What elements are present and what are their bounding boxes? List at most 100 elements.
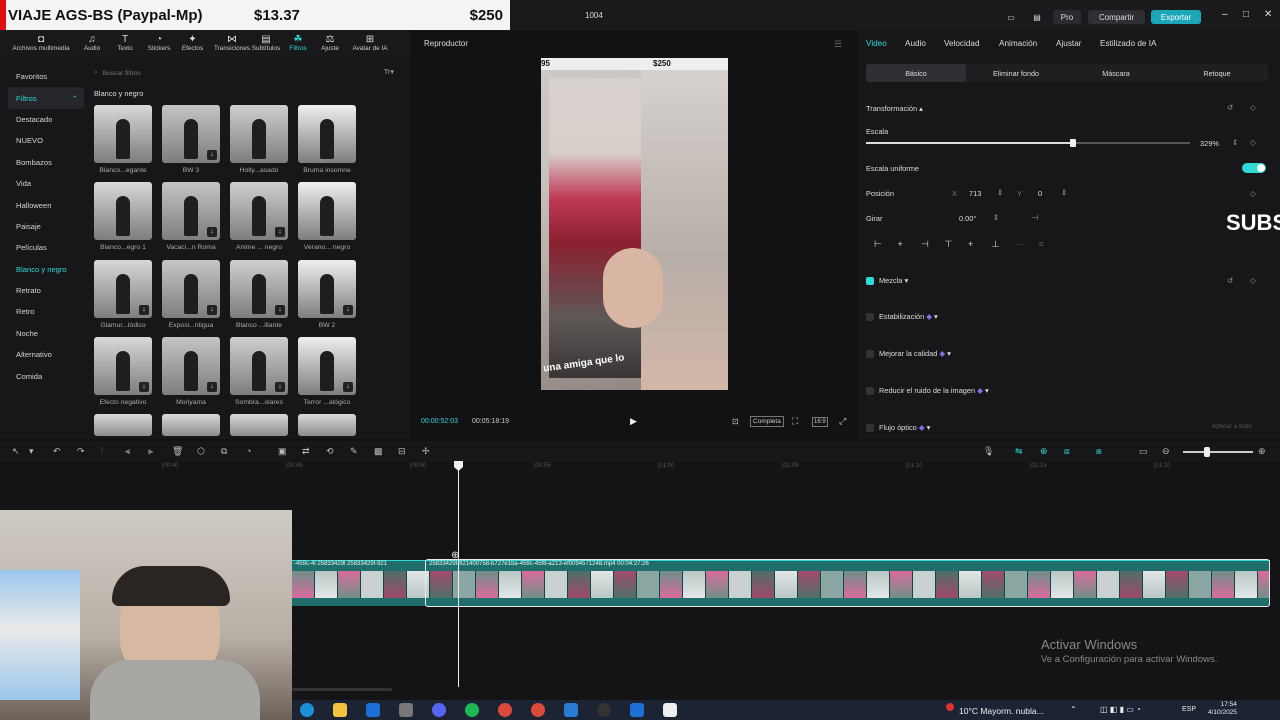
category-item[interactable]: Blanco y negro [8,259,84,280]
download-icon[interactable]: ↓ [275,227,285,237]
fit-icon[interactable]: ⊡ [732,417,739,426]
transform-header[interactable]: Transformación ▴ [866,104,923,113]
position-keyframe-icon[interactable]: ◇ [1250,189,1256,198]
tool-adjust[interactable]: ⚖ Ajuste [313,31,347,61]
reverse-icon[interactable]: ⇄ [302,446,310,457]
category-item[interactable]: Retro [8,301,84,322]
uniform-scale-toggle[interactable] [1242,163,1266,173]
layout-icon[interactable]: ▭ [1004,10,1018,24]
filter-thumbnail[interactable] [298,414,356,436]
scale-keyframe-icon[interactable]: ◇ [1250,138,1256,147]
download-icon[interactable]: ↓ [343,305,353,315]
filter-thumbnail[interactable]: ↓ [298,337,356,395]
settings-icon[interactable] [399,703,413,717]
tab-video[interactable]: Video [866,39,887,48]
search-input[interactable]: ⌕ Buscar filtros [94,66,294,80]
discord-icon[interactable] [432,703,446,717]
flip-icon[interactable]: ⊣ [1032,213,1038,222]
filter-thumbnail[interactable] [94,105,152,163]
filter-thumbnail[interactable] [94,414,152,436]
subtab[interactable]: Retoque [1166,64,1268,82]
store-icon[interactable] [366,703,380,717]
spotify-icon[interactable] [465,703,479,717]
tray-chevron-icon[interactable]: ⌃ [1070,705,1077,714]
rotate-field[interactable]: 0.00° [959,212,989,224]
pos-x-field[interactable]: 713 [969,187,995,199]
filter-thumbnail[interactable]: ↓ [162,182,220,240]
blend-keyframe-icon[interactable]: ◇ [1250,276,1256,285]
filter-thumbnail[interactable]: ↓ [162,337,220,395]
category-item[interactable]: Filtros ⌃ [8,87,84,109]
link-icon[interactable]: ⇋ [1015,446,1023,457]
scale-slider-track[interactable] [1072,142,1190,144]
tool-avatar[interactable]: ⊞ Avatar de IA [347,31,393,61]
app-icon[interactable] [630,703,644,717]
subtab[interactable]: Eliminar fondo [966,64,1066,82]
zoom-slider-handle[interactable] [1204,447,1210,457]
obs-icon[interactable] [597,703,611,717]
scale-value[interactable]: 329% [1200,137,1230,149]
chrome-icon[interactable] [498,703,512,717]
zoom-slider[interactable] [1183,451,1253,453]
crop-icon[interactable]: ⛶ [792,416,798,427]
download-icon[interactable]: ↓ [207,227,217,237]
shortcuts-icon[interactable]: ▤ [1030,10,1044,24]
delete-icon[interactable]: 🗑 [172,446,183,457]
align-icon[interactable]: ⋯ [1015,239,1024,250]
language-indicator[interactable]: ESP [1182,706,1196,713]
speed-icon[interactable]: ◔ [246,446,251,456]
weather[interactable]: 10°C Mayorm. nubla... [959,706,1044,716]
blend-checkbox[interactable] [866,277,874,285]
tool-text[interactable]: T Texto [102,31,148,61]
tool-effects[interactable]: ✦ Efectos [170,31,215,61]
download-icon[interactable]: ↓ [207,382,217,392]
filter-thumbnail[interactable]: ↓ [94,337,152,395]
noise-label[interactable]: Reducir el ruido de la imagen ◆ ▾ [879,386,989,395]
align-icon[interactable]: + [968,239,973,249]
select-menu-icon[interactable]: ▾ [29,446,34,457]
filter-thumbnail[interactable] [230,414,288,436]
keyframe-icon[interactable]: ◇ [1250,103,1256,112]
pro-button[interactable]: Pro [1053,10,1081,24]
tool-filter[interactable]: ☘ Filtros [283,31,313,61]
play-button[interactable]: ▶ [630,416,637,427]
minimize-icon[interactable]: – [1222,9,1228,20]
filter-thumbnail[interactable]: ↓ [162,105,220,163]
category-item[interactable]: Comida [8,365,84,386]
video-preview[interactable]: una amiga que lo [541,58,728,390]
flow-checkbox[interactable] [866,424,874,432]
preview-icon[interactable]: ⊕ [1040,446,1048,457]
tab-velocidad[interactable]: Velocidad [944,39,980,48]
add-icon[interactable]: ✢ [422,446,430,457]
tool-audio[interactable]: ♫ Audio [82,31,102,61]
quality-button[interactable]: Completa [750,416,784,427]
select-icon[interactable]: ↖ [12,446,20,457]
category-item[interactable]: Películas [8,237,84,258]
rotate-stepper-icon[interactable]: ⇕ [993,213,999,222]
tray-icons[interactable]: ◫ ◧ ▮ ▭ ◔ [1100,705,1141,714]
quality-checkbox[interactable] [866,350,874,358]
quality-enhance-label[interactable]: Mejorar la calidad ◆ ▾ [879,349,951,358]
category-item[interactable]: Destacado [8,109,84,130]
clip-selection[interactable] [425,559,1270,607]
download-icon[interactable]: ↓ [275,305,285,315]
edge-icon[interactable] [300,703,314,717]
ai-icon[interactable]: ✎ [350,446,358,457]
noise-checkbox[interactable] [866,387,874,395]
pos-y-stepper-icon[interactable]: ⇕ [1061,188,1067,197]
download-icon[interactable]: ↓ [343,382,353,392]
stabilization-checkbox[interactable] [866,313,874,321]
share-button[interactable]: Compartir [1088,10,1145,24]
align-icon[interactable]: ⊣ [921,239,929,250]
vscode-icon[interactable] [564,703,578,717]
split-right-icon[interactable]: ⫸ [148,446,153,457]
resize-icon[interactable]: ⊟ [398,446,406,457]
filter-thumbnail[interactable]: ↓ [298,260,356,318]
flow-label[interactable]: Flujo óptico ◆ ▾ [879,423,930,432]
tab-audio[interactable]: Audio [905,39,926,48]
split-icon[interactable]: ⫶ [101,446,103,457]
maximize-icon[interactable]: □ [1243,9,1249,20]
stabilization-label[interactable]: Estabilización ◆ ▾ [879,312,938,321]
crop-icon[interactable]: ⧉ [221,446,227,457]
files-icon[interactable] [333,703,347,717]
